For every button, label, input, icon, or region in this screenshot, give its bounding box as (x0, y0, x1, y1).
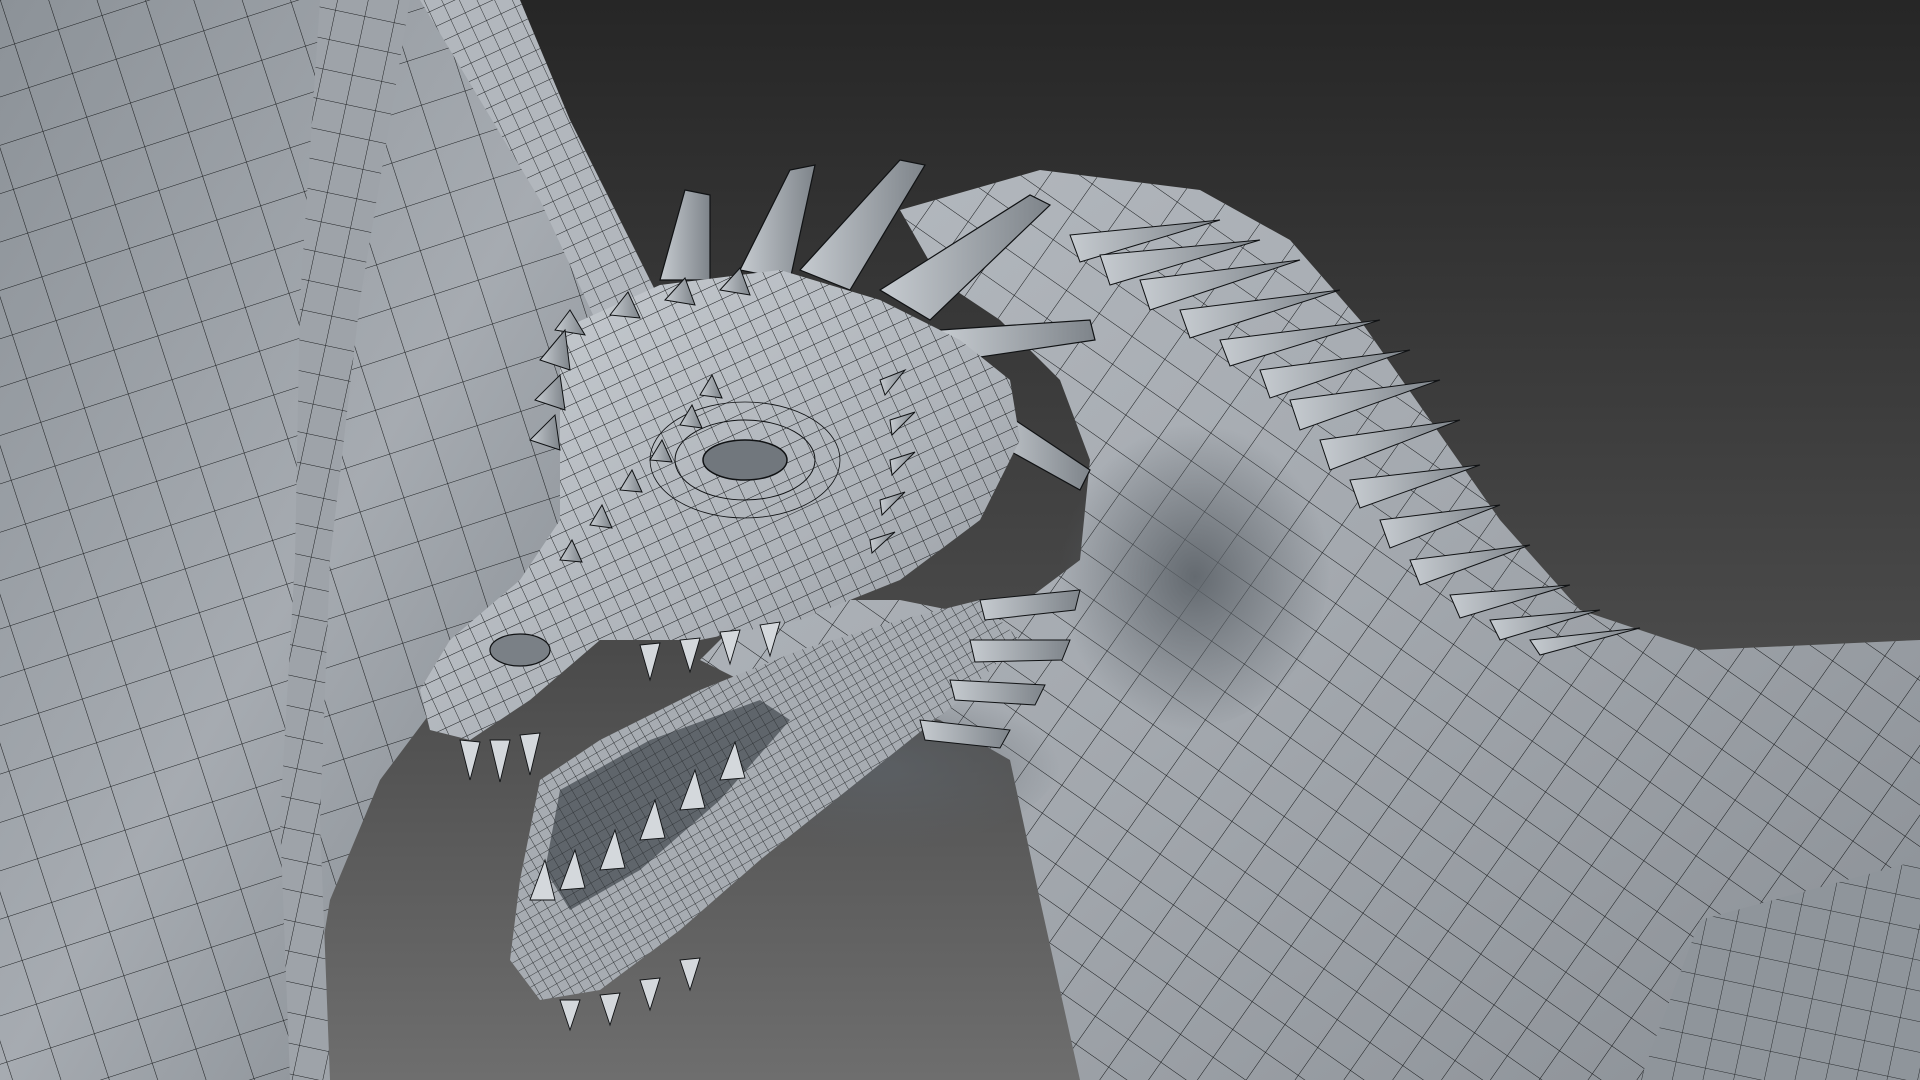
render-viewport (0, 0, 1920, 1080)
eye-icon (702, 439, 788, 481)
dragon-model-icon (0, 0, 1920, 1080)
nostril-icon (489, 633, 551, 667)
